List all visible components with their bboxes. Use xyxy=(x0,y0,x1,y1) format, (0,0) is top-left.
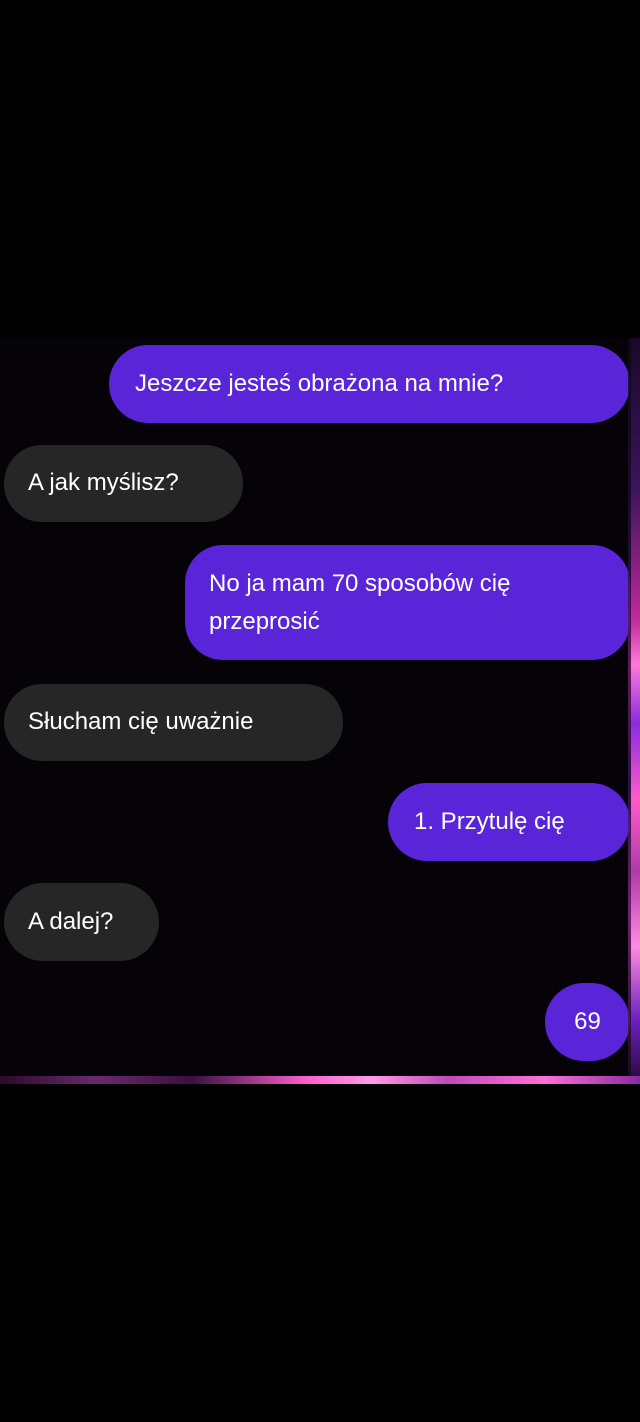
edge-glow-decoration xyxy=(631,338,640,1080)
message-text-line-1: No ja mam 70 sposobów cię xyxy=(209,570,511,597)
message-text: Jeszcze jesteś obrażona na mnie? xyxy=(135,370,504,397)
chat-thread: Jeszcze jesteś obrażona na mnie? A jak m… xyxy=(0,338,640,1086)
message-sent-4[interactable]: 69 xyxy=(545,983,630,1061)
message-text: A dalej? xyxy=(28,908,114,935)
message-received-2[interactable]: Słucham cię uważnie xyxy=(4,684,343,761)
message-sent-2[interactable]: No ja mam 70 sposobów cię przeprosić xyxy=(185,545,630,660)
message-text-line-2: przeprosić xyxy=(209,608,320,635)
message-text: 69 xyxy=(574,1008,601,1035)
bottom-glow-decoration xyxy=(0,1076,640,1084)
message-sent-1[interactable]: Jeszcze jesteś obrażona na mnie? xyxy=(109,345,630,423)
message-text: Słucham cię uważnie xyxy=(28,708,254,735)
message-received-3[interactable]: A dalej? xyxy=(4,883,159,961)
message-text: 1. Przytulę cię xyxy=(414,808,565,835)
message-sent-3[interactable]: 1. Przytulę cię xyxy=(388,783,630,861)
message-text: A jak myślisz? xyxy=(28,469,179,496)
message-received-1[interactable]: A jak myślisz? xyxy=(4,445,243,522)
